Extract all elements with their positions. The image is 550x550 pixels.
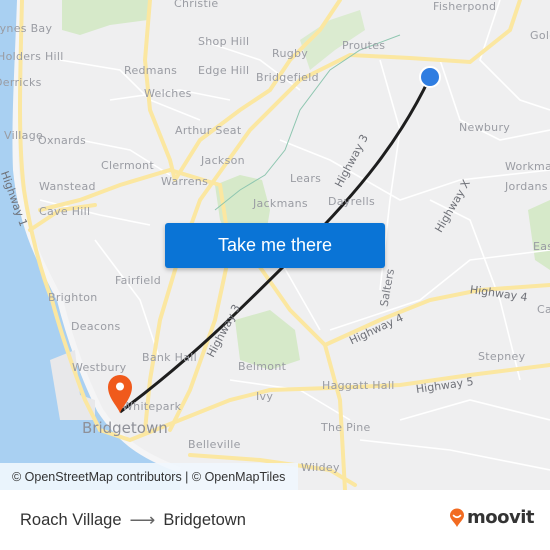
place-label-bridgetown: Bridgetown — [82, 419, 168, 437]
place-label: Ivy — [256, 390, 274, 403]
place-label: Arthur Seat — [175, 124, 242, 137]
take-me-there-button[interactable]: Take me there — [165, 223, 385, 268]
place-label: Bank Hall — [142, 351, 197, 364]
origin-name: Roach Village — [20, 511, 122, 529]
arrow-right-icon: ⟶ — [129, 510, 156, 530]
place-label: Jackson — [201, 154, 245, 167]
place-label: Stepney — [478, 350, 526, 363]
place-label: Warrens — [161, 175, 209, 188]
place-label: Belmont — [238, 360, 287, 373]
place-label: Deacons — [71, 320, 121, 333]
map-attribution[interactable]: © OpenStreetMap contributors | © OpenMap… — [0, 463, 298, 490]
place-label: The Pine — [321, 421, 371, 434]
place-label: Cane — [537, 303, 550, 316]
place-label: Jackmans — [253, 197, 308, 210]
place-label: Lears — [290, 172, 322, 185]
place-label: Village — [4, 129, 44, 142]
place-label: Haggatt Hall — [322, 379, 395, 392]
place-label: Holders Hill — [0, 50, 64, 63]
place-label: Proutes — [342, 39, 386, 52]
place-label: Newbury — [459, 121, 511, 134]
park-east — [528, 200, 550, 270]
place-label: Clermont — [101, 159, 154, 172]
map-pin-icon[interactable] — [107, 374, 133, 414]
place-label: Fairfield — [115, 274, 162, 287]
place-label: Fisherpond — [433, 0, 497, 13]
place-label: Workman — [505, 160, 550, 173]
park-north — [62, 0, 150, 35]
place-label: Derricks — [0, 76, 42, 89]
map[interactable]: Christie Fisherpond Gold Proutes Shop Hi… — [0, 0, 550, 490]
place-label: Rugby — [272, 47, 309, 60]
place-label: Bridgefield — [256, 71, 319, 84]
place-label: Cave Hill — [39, 205, 91, 218]
place-label: Christie — [174, 0, 219, 10]
place-label: Wanstead — [39, 180, 96, 193]
place-label: Gold — [530, 29, 550, 42]
place-label: Wildey — [301, 461, 340, 474]
place-label: Brighton — [48, 291, 98, 304]
highway-5-road — [268, 363, 550, 392]
place-label: Shop Hill — [198, 35, 250, 48]
place-label: Edge Hill — [198, 64, 250, 77]
route-title: Roach Village ⟶ Bridgetown — [20, 510, 246, 531]
place-label: Jordans — [505, 180, 548, 193]
moovit-wordmark: moovit — [467, 507, 535, 528]
place-label: Haynes Bay — [0, 22, 53, 35]
place-label: Oxnards — [38, 134, 87, 147]
moovit-logo[interactable]: moovit — [449, 507, 535, 528]
place-label: East — [533, 240, 550, 253]
location-dot-icon[interactable] — [418, 65, 442, 89]
place-label: Welches — [144, 87, 192, 100]
moovit-pin-icon — [450, 508, 464, 527]
place-label: Redmans — [124, 64, 178, 77]
place-label: Westbury — [72, 361, 127, 374]
destination-name: Bridgetown — [163, 511, 246, 529]
place-label: Belleville — [188, 438, 241, 451]
place-label: Dayrells — [328, 195, 376, 208]
